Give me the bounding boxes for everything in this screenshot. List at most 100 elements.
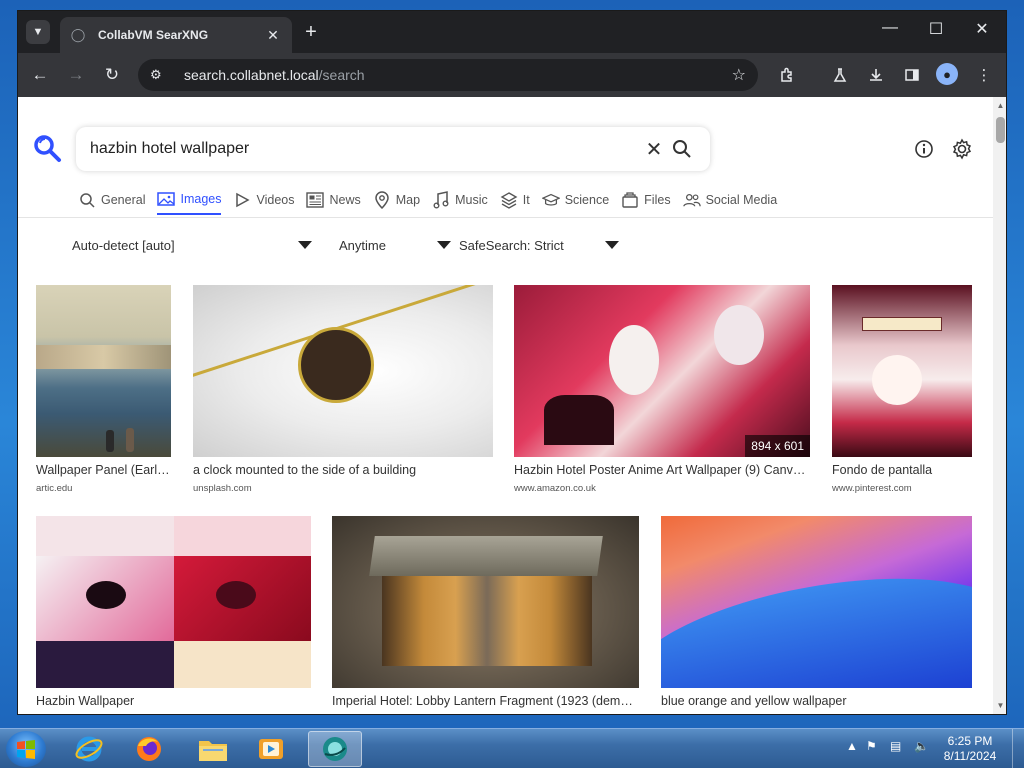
forward-button[interactable]: → (64, 63, 88, 87)
tab-images[interactable]: Images (157, 189, 222, 215)
result-source: www.amazon.co.uk (514, 483, 596, 494)
tab-files[interactable]: Files (621, 189, 671, 215)
close-window-button[interactable]: ✕ (962, 19, 1002, 39)
side-panel-icon[interactable] (900, 63, 924, 87)
firefox-icon (137, 737, 161, 761)
graduation-cap-icon (541, 191, 560, 209)
result-title[interactable]: a clock mounted to the side of a buildin… (193, 463, 493, 477)
tab-social-media[interactable]: Social Media (682, 189, 777, 215)
dropdown-arrow-icon (298, 241, 312, 249)
safesearch-select[interactable]: SafeSearch: Strict (459, 233, 619, 257)
result-title[interactable]: Imperial Hotel: Lobby Lantern Fragment (… (332, 694, 639, 708)
network-icon[interactable]: ▤ (890, 739, 901, 753)
play-icon (233, 191, 251, 209)
reload-button[interactable]: ↻ (100, 63, 124, 87)
volume-muted-icon[interactable]: 🔈 (914, 739, 929, 753)
media-player-icon (259, 739, 283, 759)
result-title[interactable]: Wallpaper Panel (Early... (36, 463, 171, 477)
url-text[interactable]: search.collabnet.local/search (184, 67, 732, 83)
browser-toolbar: ← → ↻ ⚙ search.collabnet.local/search ☆ … (18, 53, 1006, 97)
result-thumbnail[interactable] (36, 516, 311, 688)
image-result[interactable]: a clock mounted to the side of a buildin… (193, 285, 493, 497)
searxng-logo-icon[interactable] (32, 133, 62, 163)
tab-label: General (101, 193, 146, 207)
page-scrollbar[interactable]: ▲ ▼ (993, 97, 1006, 714)
tab-active[interactable]: ◯ CollabVM SearXNG ✕ (60, 17, 292, 53)
dropdown-arrow-icon (437, 241, 451, 249)
taskbar-explorer-button[interactable] (186, 731, 240, 767)
show-hidden-icons-icon[interactable]: ▲ (846, 739, 858, 753)
tab-label: It (522, 193, 530, 207)
taskbar-media-player-button[interactable] (244, 731, 298, 767)
minimize-button[interactable]: — (870, 19, 910, 37)
time-range-select[interactable]: Anytime (339, 233, 451, 257)
language-select[interactable]: Auto-detect [auto] (72, 233, 312, 257)
start-button[interactable] (6, 731, 46, 767)
taskbar-firefox-button[interactable] (122, 731, 176, 767)
site-info-icon[interactable]: ⚙ (150, 67, 170, 83)
result-source: www.pinterest.com (832, 483, 912, 494)
layers-icon (500, 191, 518, 209)
image-result[interactable]: Wallpaper Panel (Early... artic.edu (36, 285, 171, 497)
scroll-down-arrow-icon[interactable]: ▼ (995, 701, 1006, 710)
tab-news[interactable]: News (306, 189, 361, 215)
tab-close-icon[interactable]: ✕ (264, 27, 282, 44)
image-result[interactable]: Hazbin Wallpaper (36, 516, 311, 714)
clear-search-icon[interactable]: ✕ (640, 137, 668, 162)
result-source: artic.edu (36, 483, 73, 494)
search-submit-icon[interactable] (668, 135, 696, 163)
bookmark-star-icon[interactable]: ☆ (732, 65, 746, 85)
taskbar-browser-button[interactable] (308, 731, 362, 767)
new-tab-button[interactable]: + (300, 21, 322, 43)
labs-flask-icon[interactable] (828, 63, 852, 87)
tab-music[interactable]: Music (432, 189, 488, 215)
image-result[interactable]: Fondo de pantalla www.pinterest.com (832, 285, 972, 497)
result-thumbnail[interactable] (661, 516, 972, 688)
address-bar[interactable]: ⚙ search.collabnet.local/search ☆ (138, 59, 758, 91)
result-thumbnail[interactable] (193, 285, 493, 457)
map-pin-icon (373, 191, 391, 209)
taskbar-ie-button[interactable] (62, 731, 116, 767)
result-title[interactable]: Hazbin Hotel Poster Anime Art Wallpaper … (514, 463, 810, 477)
tab-label: News (329, 193, 361, 207)
result-title[interactable]: blue orange and yellow wallpaper (661, 694, 972, 708)
tab-general[interactable]: General (78, 189, 145, 215)
result-thumbnail[interactable] (332, 516, 639, 688)
settings-gear-icon[interactable] (950, 137, 974, 161)
tab-map[interactable]: Map (373, 189, 420, 215)
image-result[interactable]: blue orange and yellow wallpaper (661, 516, 972, 714)
search-input[interactable] (90, 140, 640, 158)
image-result[interactable]: Imperial Hotel: Lobby Lantern Fragment (… (332, 516, 639, 714)
result-thumbnail[interactable] (36, 285, 171, 457)
action-center-flag-icon[interactable]: ⚑ (866, 739, 877, 753)
show-desktop-button[interactable] (1012, 729, 1024, 768)
language-select-value: Auto-detect [auto] (72, 237, 175, 253)
image-result[interactable]: 894 x 601 Hazbin Hotel Poster Anime Art … (514, 285, 810, 497)
tab-it[interactable]: It (500, 189, 530, 215)
result-thumbnail[interactable]: 894 x 601 (514, 285, 810, 457)
result-title[interactable]: Hazbin Wallpaper (36, 694, 311, 708)
files-icon (621, 191, 639, 209)
tab-videos[interactable]: Videos (233, 189, 294, 215)
download-icon[interactable] (864, 63, 888, 87)
tab-science[interactable]: Science (541, 189, 610, 215)
kebab-menu-icon[interactable]: ⋮ (972, 63, 996, 87)
result-title[interactable]: Fondo de pantalla (832, 463, 972, 477)
tab-search-button[interactable]: ▼ (26, 20, 50, 44)
scroll-up-arrow-icon[interactable]: ▲ (995, 101, 1006, 110)
scrollbar-thumb[interactable] (996, 117, 1005, 143)
header-divider (18, 217, 993, 218)
maximize-button[interactable]: ☐ (916, 19, 956, 39)
result-thumbnail[interactable] (832, 285, 972, 457)
back-button[interactable]: ← (28, 63, 52, 87)
tab-favicon-icon: ◯ (70, 27, 86, 42)
info-icon[interactable] (912, 137, 936, 161)
taskbar-clock[interactable]: 6:25 PM 8/11/2024 (940, 734, 1000, 764)
extensions-icon[interactable] (775, 63, 799, 87)
tab-label: Science (564, 193, 610, 207)
profile-avatar-icon[interactable]: ● (936, 63, 958, 85)
searxng-page: ✕ General Images Videos (18, 97, 993, 714)
image-icon (157, 190, 176, 208)
browser-app-icon (323, 737, 347, 761)
search-box: ✕ (76, 127, 710, 171)
